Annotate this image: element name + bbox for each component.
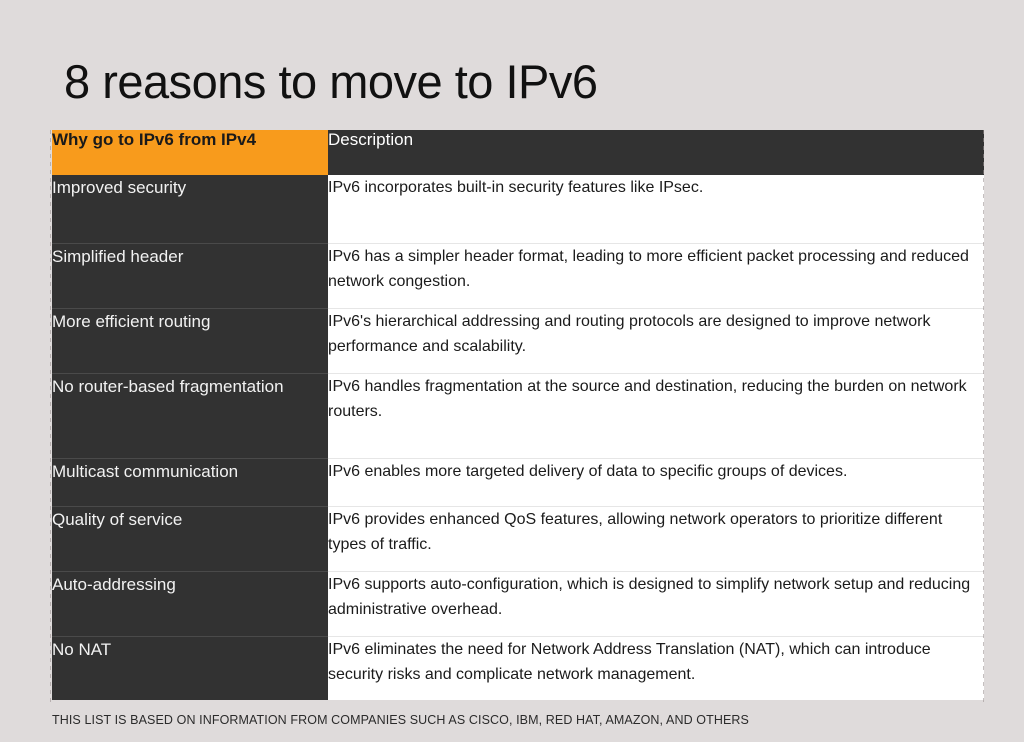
reason-description-cell: IPv6 incorporates built-in security feat… — [328, 175, 984, 243]
reason-term-cell: Simplified header — [52, 242, 328, 308]
table-row: Quality of service IPv6 provides enhanced… — [52, 505, 984, 571]
page-title: 8 reasons to move to IPv6 — [64, 55, 598, 109]
reason-term-cell: Quality of service — [52, 505, 328, 571]
table-row: Multicast communication IPv6 enables more… — [52, 457, 984, 506]
table-row: Auto-addressing IPv6 supports auto-config… — [52, 570, 984, 636]
reasons-table-container: Why go to IPv6 from IPv4 Description Imp… — [50, 130, 984, 702]
table-left-rule — [50, 130, 51, 702]
column-header-term: Why go to IPv6 from IPv4 — [52, 130, 328, 175]
reason-description-cell: IPv6 handles fragmentation at the source… — [328, 372, 984, 458]
reason-term-cell: No NAT — [52, 635, 328, 700]
infographic-page: 8 reasons to move to IPv6 Why go to IPv6… — [0, 0, 1024, 742]
reason-description-cell: IPv6's hierarchical addressing and routi… — [328, 307, 984, 373]
reason-description-cell: IPv6 eliminates the need for Network Add… — [328, 635, 984, 700]
reasons-table: Why go to IPv6 from IPv4 Description Imp… — [52, 130, 984, 700]
table-row: No NAT IPv6 eliminates the need for Netwo… — [52, 635, 984, 700]
table-row: More efficient routing IPv6's hierarchica… — [52, 307, 984, 373]
column-header-description: Description — [328, 130, 984, 175]
reason-term-cell: Improved security — [52, 175, 328, 243]
reason-term-cell: More efficient routing — [52, 307, 328, 373]
table-header: Why go to IPv6 from IPv4 Description — [52, 130, 984, 175]
reason-description-cell: IPv6 supports auto-configuration, which … — [328, 570, 984, 636]
reason-term-cell: No router-based fragmentation — [52, 372, 328, 458]
source-footnote: THIS LIST IS BASED ON INFORMATION FROM C… — [52, 713, 749, 727]
table-row: Simplified header IPv6 has a simpler head… — [52, 242, 984, 308]
table-row: No router-based fragmentation IPv6 handle… — [52, 372, 984, 458]
reason-description-cell: IPv6 enables more targeted delivery of d… — [328, 457, 984, 506]
reason-description-cell: IPv6 has a simpler header format, leadin… — [328, 242, 984, 308]
reason-term-cell: Auto-addressing — [52, 570, 328, 636]
table-row: Improved security IPv6 incorporates built… — [52, 175, 984, 243]
reason-term-cell: Multicast communication — [52, 457, 328, 506]
table-header-row: Why go to IPv6 from IPv4 Description — [52, 130, 984, 175]
reason-description-cell: IPv6 provides enhanced QoS features, all… — [328, 505, 984, 571]
table-right-rule — [983, 130, 984, 702]
table-body: Improved security IPv6 incorporates built… — [52, 175, 984, 700]
